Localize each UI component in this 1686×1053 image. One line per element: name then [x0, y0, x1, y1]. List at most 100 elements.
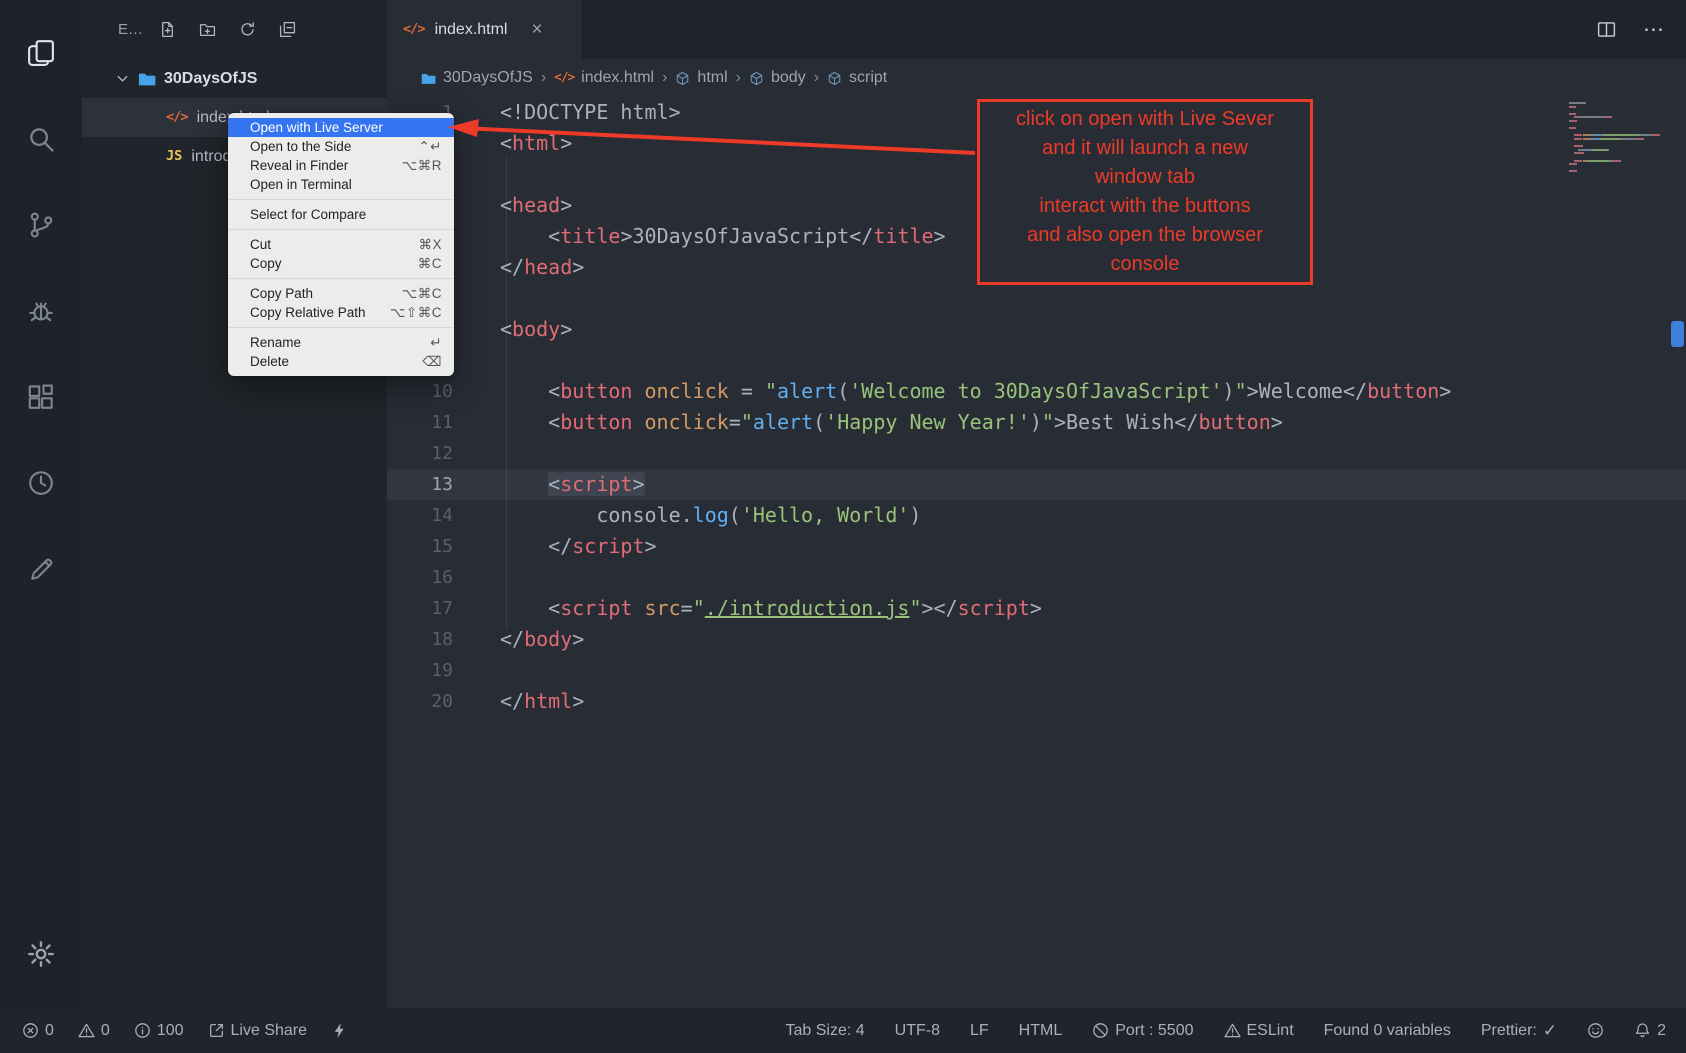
code-line-17[interactable]: 17 <script src="./introduction.js"></scr…	[387, 593, 1686, 624]
code-line-13[interactable]: 13 <script>	[387, 469, 1686, 500]
minimap-line	[1569, 106, 1664, 108]
status-item-tab-size-4[interactable]: Tab Size: 4	[786, 1022, 865, 1040]
menu-item-open-with-live-server[interactable]: Open with Live Server	[228, 118, 454, 137]
extensions-icon[interactable]	[0, 354, 82, 440]
menu-item-delete[interactable]: Delete⌫	[228, 352, 454, 371]
code-line-14[interactable]: 14 console.log('Hello, World')	[387, 500, 1686, 531]
menu-item-copy-path[interactable]: Copy Path⌥⌘C	[228, 284, 454, 303]
chevron-down-icon	[115, 71, 130, 86]
status-item-utf-8[interactable]: UTF-8	[895, 1022, 940, 1040]
menu-item-open-in-terminal[interactable]: Open in Terminal	[228, 175, 454, 194]
status-label: HTML	[1019, 1022, 1063, 1040]
symbol-cube-icon	[749, 71, 764, 86]
documents-icon[interactable]	[0, 10, 82, 96]
line-content: <html>	[453, 128, 572, 159]
minimap-line	[1569, 170, 1664, 172]
breadcrumb-label: body	[771, 69, 806, 87]
folder-icon	[138, 70, 156, 88]
refresh-icon[interactable]	[239, 21, 256, 38]
breadcrumb-separator: ›	[736, 69, 741, 87]
breadcrumb-label: 30DaysOfJS	[443, 69, 533, 87]
warning-icon	[1224, 1022, 1241, 1039]
menu-separator	[228, 229, 454, 230]
menu-item-rename[interactable]: Rename↵	[228, 333, 454, 352]
code-line-16[interactable]: 16	[387, 562, 1686, 593]
activity-bar-top	[0, 10, 82, 612]
menu-item-reveal-in-finder[interactable]: Reveal in Finder⌥⌘R	[228, 156, 454, 175]
folder-icon	[421, 71, 436, 86]
menu-item-shortcut: ⌘C	[418, 256, 442, 272]
status-item-bolt-icon[interactable]	[331, 1022, 348, 1039]
minimap-line	[1569, 149, 1664, 151]
line-number: 20	[387, 686, 453, 717]
status-item-2[interactable]: 2	[1634, 1022, 1666, 1040]
status-item-prettier[interactable]: Prettier:✓	[1481, 1022, 1557, 1040]
collapse-all-icon[interactable]	[279, 21, 296, 38]
breadcrumb-item-script[interactable]: script	[827, 69, 887, 87]
line-content: <head>	[453, 190, 572, 221]
status-item-0[interactable]: 0	[22, 1022, 54, 1040]
menu-item-shortcut: ⌥⇧⌘C	[390, 305, 442, 321]
annotation-line: console	[982, 250, 1308, 279]
overview-ruler-marker	[1671, 321, 1684, 347]
tab-index-html[interactable]: </> index.html ×	[387, 0, 583, 59]
status-item-lf[interactable]: LF	[970, 1022, 989, 1040]
minimap-line	[1569, 131, 1664, 133]
code-line-12[interactable]: 12	[387, 438, 1686, 469]
new-file-icon[interactable]	[159, 21, 176, 38]
breadcrumb-item-body[interactable]: body	[749, 69, 806, 87]
breadcrumb-label: script	[849, 69, 887, 87]
minimap[interactable]	[1569, 102, 1664, 174]
code-line-20[interactable]: 20</html>	[387, 686, 1686, 717]
folder-item-30daysofjs[interactable]: 30DaysOfJS	[82, 59, 387, 98]
line-content: <title>30DaysOfJavaScript</title>	[453, 221, 946, 252]
status-item-100[interactable]: 100	[134, 1022, 184, 1040]
code-line-9[interactable]: 9	[387, 345, 1686, 376]
menu-item-label: Copy	[250, 256, 282, 271]
code-line-15[interactable]: 15 </script>	[387, 531, 1686, 562]
menu-item-copy-relative-path[interactable]: Copy Relative Path⌥⇧⌘C	[228, 303, 454, 322]
menu-item-select-for-compare[interactable]: Select for Compare	[228, 205, 454, 224]
minimap-line	[1569, 109, 1664, 111]
line-content	[453, 562, 512, 593]
status-item-0[interactable]: 0	[78, 1022, 110, 1040]
clock-icon[interactable]	[0, 440, 82, 526]
ellipsis-icon[interactable]: ⋯	[1643, 19, 1664, 40]
status-item-smiley-icon[interactable]	[1587, 1022, 1604, 1039]
menu-item-copy[interactable]: Copy ⌘C	[228, 254, 454, 273]
status-item-port-5500[interactable]: Port : 5500	[1092, 1022, 1193, 1040]
code-line-19[interactable]: 19	[387, 655, 1686, 686]
hand-pencil-icon[interactable]	[0, 526, 82, 612]
menu-item-open-to-the-side[interactable]: Open to the Side⌃↵	[228, 137, 454, 156]
html-file-icon: </>	[403, 23, 425, 37]
source-control-icon[interactable]	[0, 182, 82, 268]
menu-item-label: Open to the Side	[250, 139, 351, 154]
explorer-actions	[159, 21, 296, 38]
debug-icon[interactable]	[0, 268, 82, 354]
status-item-eslint[interactable]: ESLint	[1224, 1022, 1294, 1040]
breadcrumb-item-html[interactable]: html	[675, 69, 727, 87]
breadcrumb-item-index-html[interactable]: </>index.html	[554, 69, 654, 87]
status-item-live-share[interactable]: Live Share	[208, 1022, 308, 1040]
search-icon[interactable]	[0, 96, 82, 182]
new-folder-icon[interactable]	[199, 21, 216, 38]
status-item-found-0-variables[interactable]: Found 0 variables	[1324, 1022, 1451, 1040]
split-editor-icon[interactable]	[1596, 19, 1617, 40]
line-number: 18	[387, 624, 453, 655]
line-content: </head>	[453, 252, 584, 283]
explorer-header: E…	[82, 0, 387, 59]
code-line-18[interactable]: 18</body>	[387, 624, 1686, 655]
breadcrumb-item-30daysofjs[interactable]: 30DaysOfJS	[421, 69, 533, 87]
status-label: UTF-8	[895, 1022, 940, 1040]
menu-item-shortcut: ⌫	[422, 354, 442, 370]
gear-icon[interactable]	[0, 924, 82, 984]
line-content: </body>	[453, 624, 584, 655]
close-icon[interactable]: ×	[531, 19, 542, 41]
code-line-7[interactable]: 7	[387, 283, 1686, 314]
menu-item-cut[interactable]: Cut⌘X	[228, 235, 454, 254]
status-item-html[interactable]: HTML	[1019, 1022, 1063, 1040]
line-number: 11	[387, 407, 453, 438]
code-line-8[interactable]: 8<body>	[387, 314, 1686, 345]
code-line-10[interactable]: 10 <button onclick = "alert('Welcome to …	[387, 376, 1686, 407]
code-line-11[interactable]: 11 <button onclick="alert('Happy New Yea…	[387, 407, 1686, 438]
